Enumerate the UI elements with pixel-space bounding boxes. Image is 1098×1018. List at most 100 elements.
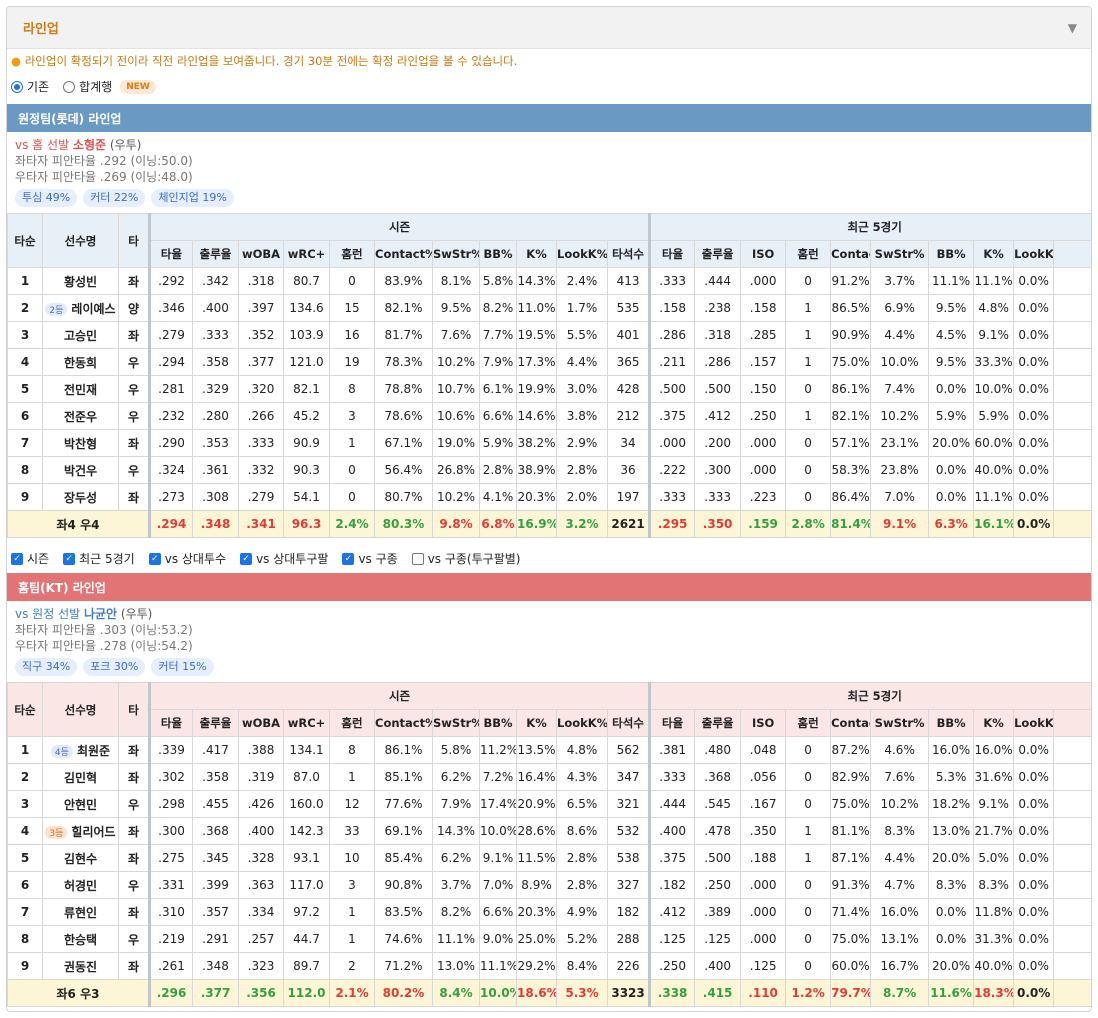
recent-col-header[interactable]: 출루율 xyxy=(694,709,742,737)
player-name[interactable]: 레이예스 xyxy=(71,302,115,316)
player-name-cell[interactable]: 한동희 xyxy=(42,348,119,376)
player-name[interactable]: 황성빈 xyxy=(64,275,97,289)
filter-checkbox-item[interactable]: ✓ vs 상대투수 xyxy=(148,550,226,567)
recent-col-header[interactable]: 홈런 xyxy=(785,709,832,737)
player-name-cell[interactable]: 박건우 xyxy=(42,456,119,484)
recent-col-header[interactable]: ISO xyxy=(740,709,787,737)
player-name[interactable]: 최원준 xyxy=(77,744,110,758)
player-name[interactable]: 류현인 xyxy=(64,906,97,920)
season-col-header[interactable]: 홈런 xyxy=(329,709,375,737)
season-col-header[interactable]: LookK% xyxy=(556,240,608,268)
filter-label[interactable]: 최근 5경기 xyxy=(79,550,135,567)
player-name-cell[interactable]: 류현인 xyxy=(42,898,119,926)
player-name-cell[interactable]: 전민재 xyxy=(42,375,119,403)
player-name[interactable]: 장두성 xyxy=(64,491,97,505)
checkbox-icon[interactable] xyxy=(411,552,424,565)
recent-col-header[interactable]: BB% xyxy=(928,240,975,268)
order-header[interactable]: 타순 xyxy=(7,682,43,737)
recent-col-header[interactable]: 타율 xyxy=(648,709,696,737)
player-name[interactable]: 전준우 xyxy=(64,410,97,424)
player-name[interactable]: 박찬형 xyxy=(64,437,97,451)
filter-checkbox-item[interactable]: ✓ vs 상대투구팔 xyxy=(240,550,328,567)
season-col-header[interactable]: 타율 xyxy=(148,709,193,737)
player-name-cell[interactable]: 권동진 xyxy=(42,952,119,980)
season-col-header[interactable]: BB% xyxy=(479,240,517,268)
recent-col-header[interactable]: LookK% xyxy=(1013,709,1055,737)
season-col-header[interactable]: wOBA xyxy=(238,709,284,737)
season-col-header[interactable]: 출루율 xyxy=(192,709,239,737)
season-col-header[interactable]: 출루율 xyxy=(192,240,239,268)
player-name[interactable]: 전민재 xyxy=(64,383,97,397)
checkbox-icon[interactable]: ✓ xyxy=(148,552,161,565)
filter-label[interactable]: vs 상대투구팔 xyxy=(256,550,328,567)
player-name-cell[interactable]: 박찬형 xyxy=(42,429,119,457)
player-name-cell[interactable]: 장두성 xyxy=(42,483,119,511)
player-header[interactable]: 선수명 xyxy=(42,682,119,737)
recent-col-header[interactable]: K% xyxy=(973,240,1015,268)
filter-checkbox-item[interactable]: vs 구종(투구팔별) xyxy=(411,550,521,567)
player-name-cell[interactable]: 한승택 xyxy=(42,925,119,953)
recent-col-header[interactable]: 타율 xyxy=(648,240,696,268)
season-col-header[interactable]: BB% xyxy=(479,709,517,737)
checkbox-icon[interactable]: ✓ xyxy=(63,552,76,565)
player-name[interactable]: 김현수 xyxy=(64,852,97,866)
player-name-cell[interactable]: 전준우 xyxy=(42,402,119,430)
season-col-header[interactable]: wRC+ xyxy=(283,709,330,737)
hand-header[interactable]: 타 xyxy=(118,682,150,737)
player-name-cell[interactable]: 안현민 xyxy=(42,790,119,818)
player-name-cell[interactable]: 김현수 xyxy=(42,844,119,872)
recent-col-header[interactable]: SwStr% xyxy=(870,709,930,737)
season-col-header[interactable]: wOBA xyxy=(238,240,284,268)
collapse-triangle-icon[interactable]: ▼ xyxy=(1068,21,1077,35)
season-col-header[interactable]: Contact% xyxy=(374,240,433,268)
player-name[interactable]: 김민혁 xyxy=(64,771,97,785)
season-col-header[interactable]: Contact% xyxy=(374,709,433,737)
away-opponent-pitcher-name[interactable]: 소형준 xyxy=(73,138,106,152)
radio-sum-row[interactable] xyxy=(63,80,76,93)
player-name[interactable]: 안현민 xyxy=(64,798,97,812)
season-col-header[interactable]: LookK% xyxy=(556,709,608,737)
season-col-header[interactable]: 타율 xyxy=(148,240,193,268)
season-col-header[interactable]: K% xyxy=(516,240,557,268)
filter-label[interactable]: vs 상대투수 xyxy=(165,550,226,567)
recent-col-header[interactable]: BB% xyxy=(928,709,975,737)
player-name[interactable]: 박건우 xyxy=(64,464,97,478)
player-name-cell[interactable]: 황성빈 xyxy=(42,267,119,295)
radio-basic-label[interactable]: 기존 xyxy=(27,78,49,95)
player-name-cell[interactable]: 김민혁 xyxy=(42,763,119,791)
filter-label[interactable]: vs 구종 xyxy=(358,550,397,567)
order-header[interactable]: 타순 xyxy=(7,213,43,268)
filter-label[interactable]: vs 구종(투구팔별) xyxy=(428,550,521,567)
recent-col-header[interactable]: Contact% xyxy=(830,709,872,737)
player-name-cell[interactable]: 허경민 xyxy=(42,871,119,899)
recent-col-header[interactable]: K% xyxy=(973,709,1015,737)
player-name-cell[interactable]: 2등 레이예스 xyxy=(42,294,119,322)
player-name-cell[interactable]: 4등 최원준 xyxy=(42,736,119,764)
filter-checkbox-item[interactable]: ✓ 시즌 xyxy=(11,550,49,567)
season-col-header[interactable]: 타석수 xyxy=(606,240,651,268)
player-name[interactable]: 허경민 xyxy=(64,879,97,893)
checkbox-icon[interactable]: ✓ xyxy=(240,552,253,565)
player-name[interactable]: 고승민 xyxy=(64,329,97,343)
filter-checkbox-item[interactable]: ✓ vs 구종 xyxy=(342,550,398,567)
hand-header[interactable]: 타 xyxy=(118,213,150,268)
player-name[interactable]: 한동희 xyxy=(64,356,97,370)
checkbox-icon[interactable]: ✓ xyxy=(11,552,23,565)
season-col-header[interactable]: 타석수 xyxy=(606,709,651,737)
player-name[interactable]: 한승택 xyxy=(64,933,97,947)
radio-basic[interactable] xyxy=(11,80,23,93)
recent-col-header[interactable]: Contact% xyxy=(830,240,872,268)
season-col-header[interactable]: wRC+ xyxy=(283,240,330,268)
radio-sum-row-label[interactable]: 합계행 xyxy=(79,78,112,95)
recent-col-header[interactable]: 홈런 xyxy=(785,240,832,268)
recent-col-header[interactable]: 출루율 xyxy=(694,240,742,268)
filter-label[interactable]: 시즌 xyxy=(27,550,49,567)
player-name[interactable]: 권동진 xyxy=(64,960,97,974)
lineup-card-header[interactable]: 라인업 ▼ xyxy=(7,7,1091,49)
player-header[interactable]: 선수명 xyxy=(42,213,119,268)
recent-col-header[interactable]: ISO xyxy=(740,240,787,268)
player-name-cell[interactable]: 3등 힐리어드 xyxy=(42,817,119,845)
filter-checkbox-item[interactable]: ✓ 최근 5경기 xyxy=(63,550,135,567)
recent-col-header[interactable]: SwStr% xyxy=(870,240,930,268)
season-col-header[interactable]: 홈런 xyxy=(329,240,375,268)
